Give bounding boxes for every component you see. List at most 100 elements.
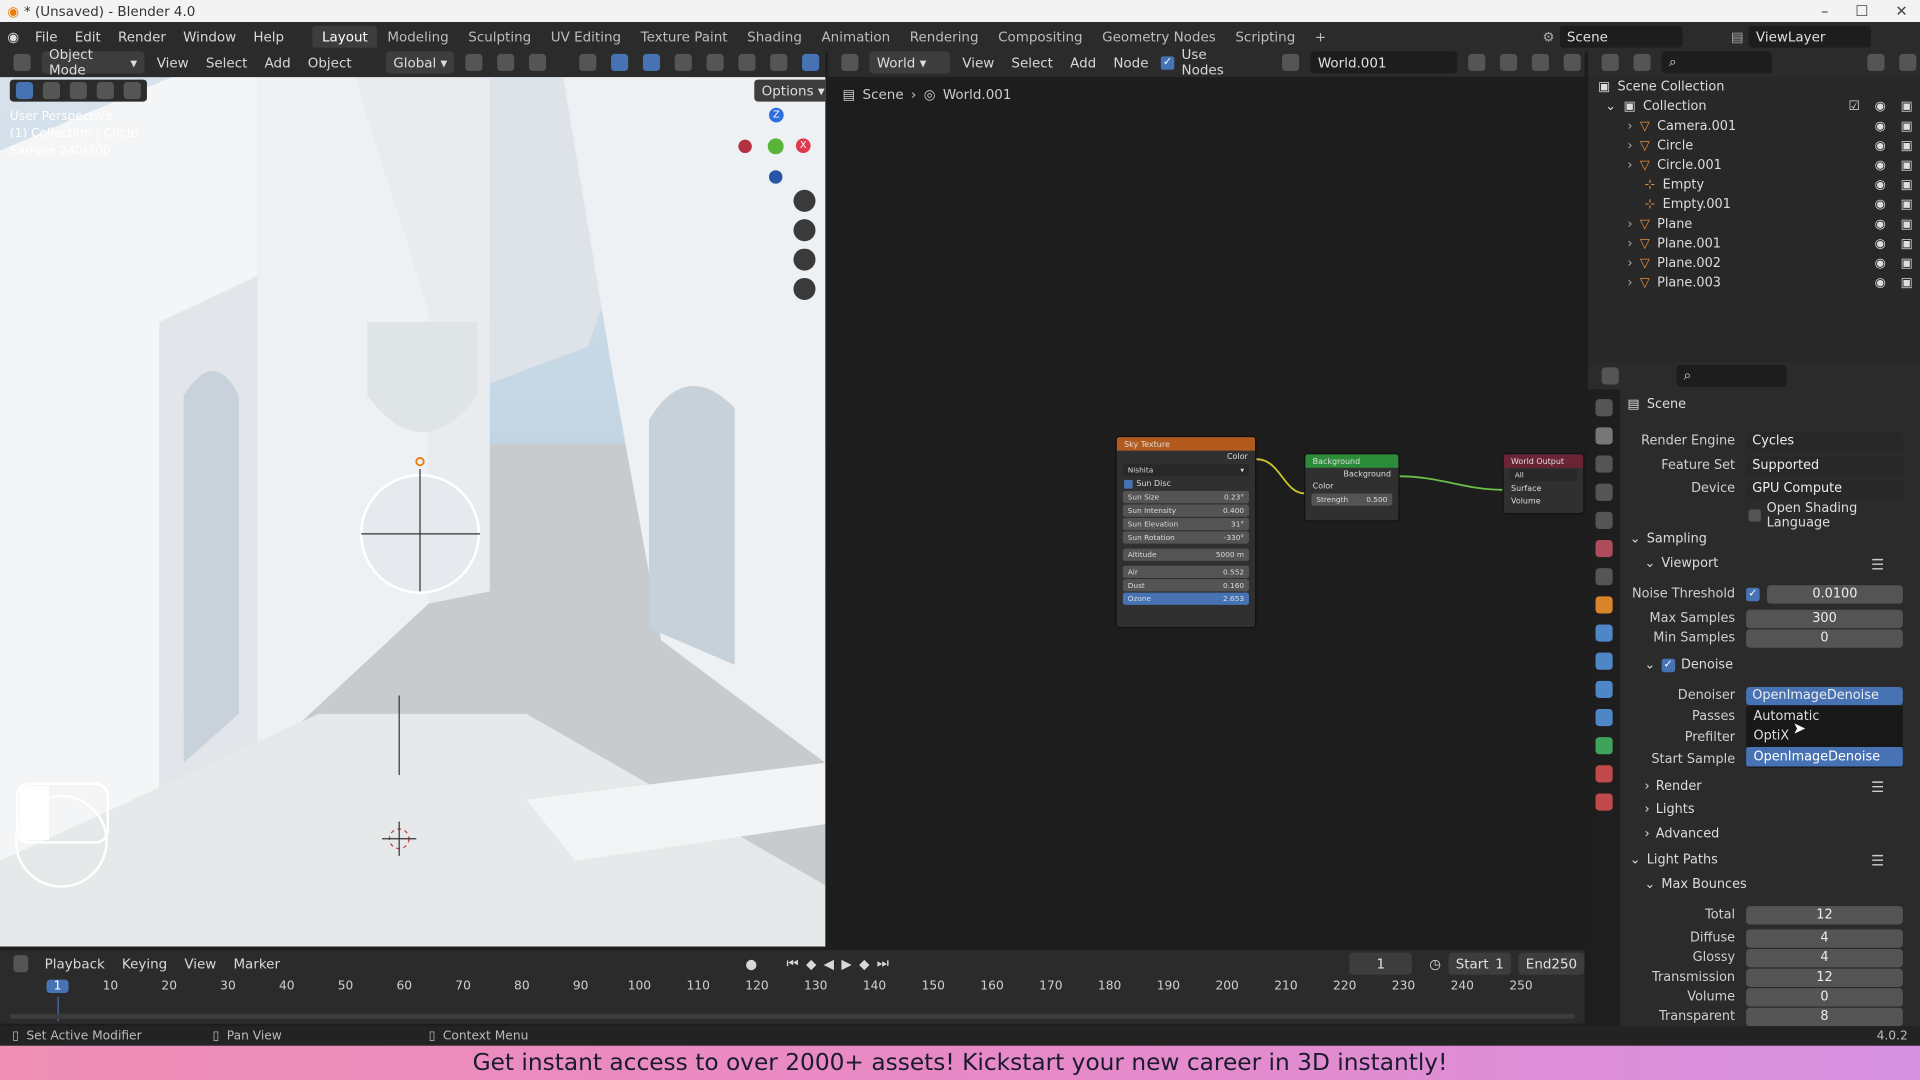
sky-field-sun-size[interactable]: Sun Size 0.23° bbox=[1122, 491, 1249, 504]
dropdown-option-automatic[interactable]: Automatic bbox=[1746, 707, 1903, 727]
menu-edit[interactable]: Edit bbox=[66, 29, 109, 45]
expand-arrow-icon[interactable]: › bbox=[1627, 138, 1632, 153]
expand-arrow-icon[interactable]: › bbox=[1627, 158, 1632, 173]
tab-geometry-nodes[interactable]: Geometry Nodes bbox=[1092, 25, 1225, 48]
gizmo-neg-z[interactable] bbox=[768, 170, 783, 184]
sun-disc-checkbox[interactable] bbox=[1124, 479, 1133, 488]
viewport-menu-object[interactable]: Object bbox=[303, 54, 357, 70]
advanced-subpanel-header[interactable]: › Advanced bbox=[1644, 827, 1719, 842]
dropdown-option-optix[interactable]: OptiX bbox=[1746, 726, 1903, 747]
modifier-tab-icon[interactable] bbox=[1595, 624, 1613, 642]
bounce-field[interactable]: 4 bbox=[1746, 928, 1903, 948]
shader-type-dropdown[interactable]: World ▾ bbox=[869, 51, 951, 74]
camera-restrict-icon[interactable]: ▣ bbox=[1901, 217, 1913, 232]
light-paths-presets-icon[interactable]: ☰ bbox=[1871, 852, 1884, 869]
jump-start-icon[interactable]: ⏮ bbox=[786, 955, 798, 972]
collection-tab-icon[interactable] bbox=[1595, 568, 1613, 586]
min-samples-field[interactable]: 0 bbox=[1746, 628, 1903, 648]
eye-icon[interactable]: ◉ bbox=[1875, 256, 1886, 271]
eye-icon[interactable]: ◉ bbox=[1875, 276, 1886, 291]
sky-field-ozone[interactable]: Ozone 2.653 bbox=[1122, 592, 1249, 605]
noise-threshold-checkbox[interactable]: ✓ bbox=[1746, 587, 1760, 601]
sky-field-air[interactable]: Air 0.552 bbox=[1122, 565, 1249, 578]
eye-icon[interactable]: ◉ bbox=[1875, 236, 1886, 251]
node-menu-select[interactable]: Select bbox=[1007, 54, 1058, 70]
eye-icon[interactable]: ◉ bbox=[1875, 158, 1886, 173]
play-reverse-icon[interactable]: ◀ bbox=[824, 956, 834, 972]
bounce-field[interactable]: 12 bbox=[1746, 905, 1903, 924]
camera-view-icon[interactable] bbox=[793, 248, 816, 271]
sun-disc-toggle[interactable]: Sun Disc bbox=[1117, 478, 1255, 490]
eye-icon[interactable]: ◉ bbox=[1875, 178, 1886, 193]
render-presets-icon[interactable]: ☰ bbox=[1871, 779, 1884, 796]
viewport-menu-view[interactable]: View bbox=[152, 54, 194, 70]
play-icon[interactable]: ▶ bbox=[841, 956, 851, 972]
world-output-node[interactable]: World Output All Surface Volume bbox=[1502, 453, 1585, 515]
gizmo-x-axis[interactable]: X bbox=[795, 138, 811, 154]
tab-animation[interactable]: Animation bbox=[812, 25, 900, 48]
noise-threshold-field[interactable]: 0.0100 bbox=[1766, 584, 1903, 604]
world-tab-icon[interactable] bbox=[1595, 540, 1613, 558]
wireframe-shading-icon[interactable] bbox=[706, 53, 725, 72]
snap-icon[interactable] bbox=[497, 53, 515, 72]
strength-field[interactable]: Strength 0.500 bbox=[1311, 493, 1393, 506]
outliner-item[interactable]: ⊹ Empty.001 ◉ ▣ bbox=[1588, 195, 1920, 215]
timeline-menu-marker[interactable]: Marker bbox=[229, 956, 285, 972]
tab-rendering[interactable]: Rendering bbox=[900, 25, 988, 48]
expand-arrow-icon[interactable]: › bbox=[1627, 236, 1632, 251]
sky-field-sun-intensity[interactable]: Sun Intensity 0.400 bbox=[1122, 504, 1249, 517]
device-dropdown[interactable]: GPU Compute bbox=[1746, 479, 1903, 498]
gizmo-toggle-icon[interactable] bbox=[611, 53, 629, 72]
background-node[interactable]: Background Background Color Strength 0.50… bbox=[1304, 453, 1400, 522]
record-icon[interactable]: ● bbox=[745, 956, 757, 972]
dropdown-option-openimagedenoise[interactable]: OpenImageDenoise bbox=[1746, 746, 1903, 767]
bounce-field[interactable]: 12 bbox=[1746, 967, 1903, 987]
sky-texture-header[interactable]: Sky Texture bbox=[1116, 437, 1256, 451]
output-tab-icon[interactable] bbox=[1595, 455, 1613, 473]
material-tab-icon[interactable] bbox=[1595, 765, 1613, 783]
world-name-field[interactable]: World.001 bbox=[1310, 51, 1458, 74]
camera-restrict-icon[interactable]: ▣ bbox=[1901, 178, 1913, 193]
overlay-toggle-icon[interactable] bbox=[643, 53, 661, 72]
render-engine-dropdown[interactable]: Cycles bbox=[1746, 431, 1903, 451]
viewport-subpanel-header[interactable]: ⌄ Viewport bbox=[1644, 556, 1718, 571]
prev-keyframe-icon[interactable]: ◆ bbox=[806, 956, 816, 972]
presets-list-icon[interactable]: ☰ bbox=[1871, 556, 1884, 573]
close-button[interactable]: ✕ bbox=[1895, 2, 1907, 19]
bounce-field[interactable]: 0 bbox=[1746, 987, 1903, 1006]
menu-help[interactable]: Help bbox=[245, 29, 293, 45]
pivot-icon[interactable] bbox=[465, 53, 483, 72]
outliner-item[interactable]: › ▽ Circle ◉ ▣ bbox=[1588, 136, 1920, 156]
camera-restrict-icon[interactable]: ▣ bbox=[1901, 197, 1913, 212]
tab-shading[interactable]: Shading bbox=[737, 25, 811, 48]
expand-arrow-icon[interactable]: › bbox=[1627, 276, 1632, 291]
navigation-gizmo[interactable]: Z Y X bbox=[735, 104, 821, 190]
fake-user-icon[interactable] bbox=[1468, 53, 1486, 72]
sampling-panel-header[interactable]: ⌄ Sampling bbox=[1630, 531, 1707, 546]
ortho-grid-icon[interactable] bbox=[793, 277, 816, 301]
solid-shading-icon[interactable] bbox=[738, 53, 756, 72]
light-paths-panel-header[interactable]: ⌄ Light Paths bbox=[1630, 852, 1718, 867]
scene-collection-row[interactable]: ▣ Scene Collection bbox=[1588, 77, 1920, 97]
transform-orientation-dropdown[interactable]: Global ▾ bbox=[385, 51, 455, 74]
eye-icon[interactable]: ◉ bbox=[1875, 138, 1886, 153]
sky-field-altitude[interactable]: Altitude 5000 m bbox=[1122, 548, 1249, 561]
timeline-scrollbar[interactable] bbox=[9, 1013, 1575, 1019]
3d-viewport[interactable]: User Perspective (1) Collection | Circle… bbox=[0, 77, 826, 947]
end-frame-field[interactable]: End 250 bbox=[1518, 952, 1585, 975]
next-keyframe-icon[interactable]: ◆ bbox=[859, 956, 869, 972]
properties-type-icon[interactable] bbox=[1601, 367, 1619, 385]
timeline-menu-view[interactable]: View bbox=[179, 956, 221, 972]
visibility-icon[interactable] bbox=[579, 53, 597, 72]
outliner-type-icon[interactable] bbox=[1601, 53, 1619, 72]
bounce-field[interactable]: 8 bbox=[1746, 1007, 1903, 1026]
viewlayer-field[interactable]: ViewLayer bbox=[1748, 25, 1872, 48]
render-subpanel-header[interactable]: › Render bbox=[1644, 779, 1701, 794]
xray-icon[interactable] bbox=[675, 53, 693, 72]
sky-field-dust[interactable]: Dust 0.160 bbox=[1122, 579, 1249, 592]
blender-menu-icon[interactable]: ◉ bbox=[0, 29, 26, 45]
sky-field-sun-rotation[interactable]: Sun Rotation -330° bbox=[1122, 531, 1249, 544]
timeline-menu-playback[interactable]: Playback bbox=[40, 956, 110, 972]
zoom-icon[interactable] bbox=[793, 189, 816, 212]
tool-tab-icon[interactable] bbox=[1595, 399, 1613, 417]
